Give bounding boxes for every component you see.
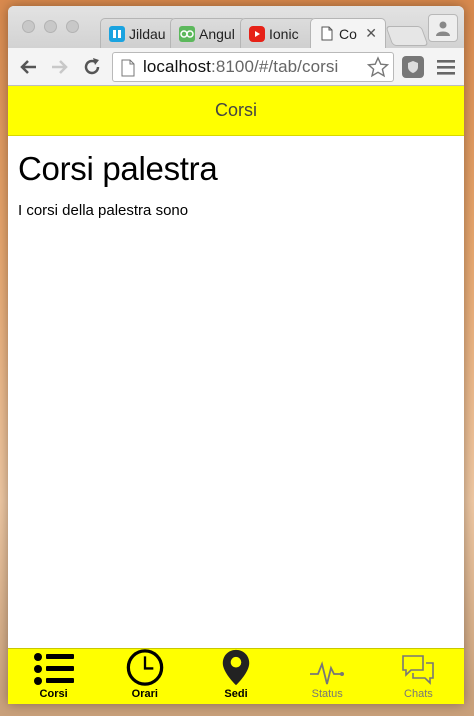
tab-label: Sedi xyxy=(224,688,248,700)
profile-button[interactable] xyxy=(428,14,458,42)
page-icon xyxy=(319,26,335,42)
browser-toolbar: localhost:8100/#/tab/corsi xyxy=(8,48,464,86)
browser-tab-ionic[interactable]: Ionic xyxy=(240,18,316,48)
tab-strip: Jildau Angul Ionic Co ✕ xyxy=(8,6,464,48)
url-path: :8100/#/tab/corsi xyxy=(211,57,339,76)
zoom-window-button[interactable] xyxy=(66,20,79,33)
tab-chats[interactable]: Chats xyxy=(373,649,464,704)
close-window-button[interactable] xyxy=(22,20,35,33)
hamburger-menu-icon xyxy=(437,60,455,75)
arrow-left-icon xyxy=(20,60,36,74)
tab-label: Jildau xyxy=(129,25,166,42)
back-button[interactable] xyxy=(16,56,40,78)
tab-label: Orari xyxy=(131,688,158,700)
page-title: Corsi palestra xyxy=(18,150,218,187)
browser-tab-corsi[interactable]: Co ✕ xyxy=(310,18,386,48)
extension-button[interactable] xyxy=(402,56,424,78)
forward-button[interactable] xyxy=(48,56,72,78)
arrow-right-icon xyxy=(52,60,68,74)
reload-button[interactable] xyxy=(80,56,104,78)
list-icon xyxy=(33,653,74,685)
browser-window: Jildau Angul Ionic Co ✕ localhost:8100/… xyxy=(8,6,464,704)
shield-icon xyxy=(408,61,418,73)
address-bar[interactable]: localhost:8100/#/tab/corsi xyxy=(112,52,394,82)
youtube-icon xyxy=(249,25,265,42)
header-title: Corsi xyxy=(214,100,257,120)
url-host: localhost xyxy=(143,57,211,76)
page-icon xyxy=(121,59,135,82)
tab-label: Corsi xyxy=(39,688,68,700)
page-content: Corsi palestra I corsi della palestra so… xyxy=(8,136,464,231)
bookmark-star-icon[interactable] xyxy=(366,56,390,83)
new-tab-button[interactable] xyxy=(385,26,429,46)
browser-tab-angular[interactable]: Angul xyxy=(170,18,246,48)
tab-status[interactable]: Status xyxy=(282,649,373,704)
tab-label: Ionic xyxy=(269,25,299,42)
tab-sedi[interactable]: Sedi xyxy=(190,649,281,704)
body-text: I corsi della palestra sono xyxy=(18,202,189,219)
chat-bubbles-icon xyxy=(402,655,435,685)
tab-label: Angul xyxy=(199,25,235,42)
tab-orari[interactable]: Orari xyxy=(99,649,190,704)
browser-tab-jildau[interactable]: Jildau xyxy=(100,18,176,48)
link-icon xyxy=(179,25,195,42)
minimize-window-button[interactable] xyxy=(44,20,57,33)
pause-icon xyxy=(109,25,125,42)
tab-corsi[interactable]: Corsi xyxy=(8,649,99,704)
user-icon xyxy=(436,21,450,36)
window-controls xyxy=(22,20,79,33)
map-pin-icon xyxy=(222,649,250,686)
close-tab-icon[interactable]: ✕ xyxy=(365,25,377,42)
tab-label: Status xyxy=(311,688,343,700)
browser-menu-button[interactable] xyxy=(436,58,456,81)
clock-icon xyxy=(126,649,164,686)
app-header: Corsi xyxy=(8,86,464,136)
bottom-tab-bar: Corsi Orari Sedi Status Chats xyxy=(8,648,464,704)
reload-icon xyxy=(84,58,100,75)
pulse-icon xyxy=(310,661,345,685)
tab-label: Co xyxy=(339,25,357,42)
tab-label: Chats xyxy=(404,688,433,700)
